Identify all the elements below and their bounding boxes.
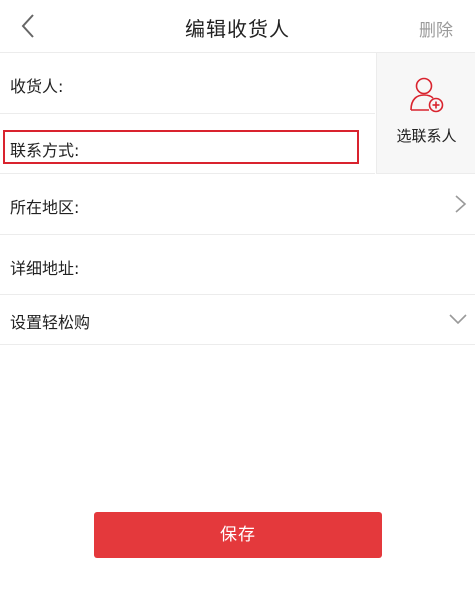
address-field[interactable]: 详细地址:: [0, 235, 475, 295]
select-contact-button[interactable]: 选联系人: [376, 53, 475, 174]
add-contact-icon: [410, 77, 444, 113]
chevron-down-icon: [449, 314, 467, 325]
page-title: 编辑收货人: [185, 17, 290, 41]
chevron-right-icon: [455, 195, 467, 213]
region-field[interactable]: 所在地区:: [0, 174, 475, 235]
contact-field-row: 联系方式:: [0, 114, 375, 174]
consignee-label: 收货人:: [10, 77, 64, 96]
contact-label: 联系方式:: [10, 141, 80, 160]
region-label: 所在地区:: [10, 198, 80, 217]
address-label: 详细地址:: [10, 259, 80, 278]
select-contact-label: 选联系人: [396, 127, 457, 145]
save-button[interactable]: 保存: [94, 512, 382, 558]
delete-button[interactable]: 删除: [419, 16, 453, 41]
easybuy-setting-row[interactable]: 设置轻松购: [0, 295, 475, 345]
header-bar: 编辑收货人 删除: [0, 0, 475, 53]
easybuy-label: 设置轻松购: [10, 313, 91, 332]
consignee-field[interactable]: 收货人:: [0, 53, 375, 114]
contact-field[interactable]: 联系方式:: [3, 130, 359, 164]
